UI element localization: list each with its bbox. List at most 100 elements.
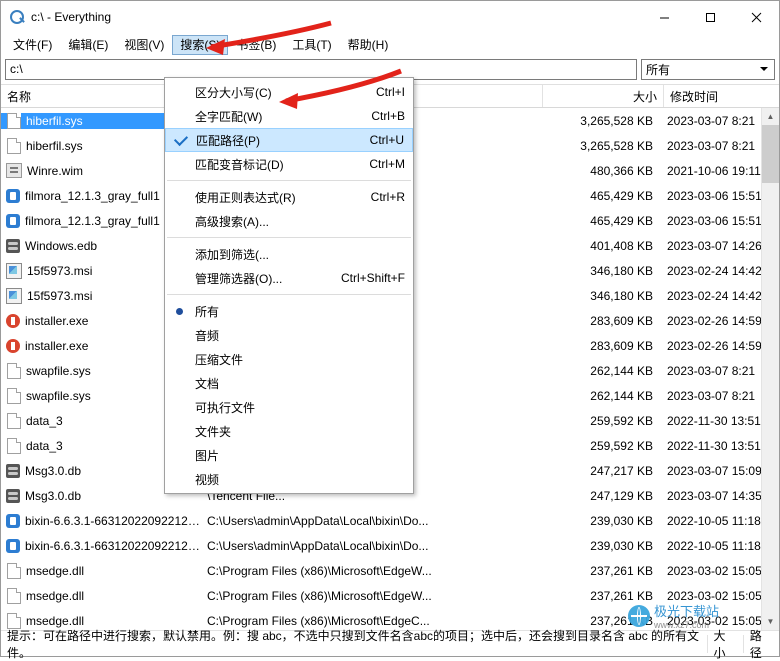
file-doc-icon [7, 412, 21, 429]
row-size-cell: 262,144 KB [590, 363, 653, 378]
row-name-label: msedge.dll [26, 563, 85, 578]
row-size-cell: 283,609 KB [590, 338, 653, 353]
menuitem-match-diacritics[interactable]: 匹配变音标记(D) Ctrl+M [165, 152, 413, 176]
menu-edit[interactable]: 编辑(E) [60, 35, 116, 55]
row-date-cell: 2023-02-24 14:42 [667, 263, 762, 278]
menuitem-organize-filters[interactable]: 管理筛选器(O)... Ctrl+Shift+F [165, 266, 413, 290]
row-date-cell: 2023-02-26 14:59 [667, 313, 762, 328]
menu-item-label: 压缩文件 [195, 352, 244, 367]
scroll-up-arrow[interactable]: ▲ [762, 108, 779, 125]
menu-item-label: 音频 [195, 328, 220, 343]
row-path-cell: C:\Program Files (x86)\Microsoft\EdgeW..… [207, 563, 432, 578]
row-date-cell: 2023-03-06 15:51 [667, 188, 762, 203]
row-size-cell: 465,429 KB [590, 188, 653, 203]
file-red-icon [6, 338, 20, 353]
file-doc-icon [7, 562, 21, 579]
row-name-label: filmora_12.1.3_gray_full1 [25, 188, 160, 203]
row-date-cell: 2021-10-06 19:11 [667, 163, 761, 178]
filter-dropdown[interactable]: 所有 [641, 58, 775, 80]
menu-view[interactable]: 视图(V) [116, 35, 172, 55]
row-size-cell: 247,217 KB [590, 463, 653, 478]
magnifier-icon [9, 9, 25, 25]
window-controls [641, 1, 779, 33]
menu-tools[interactable]: 工具(T) [284, 35, 339, 55]
row-path-cell: C:\Program Files (x86)\Microsoft\EdgeW..… [207, 588, 432, 603]
row-name-label: Winre.wim [27, 163, 83, 178]
menu-item-label: 区分大小写(C) [195, 85, 272, 100]
menuitem-filter-audio[interactable]: 音频 [165, 323, 413, 347]
menuitem-use-regex[interactable]: 使用正则表达式(R) Ctrl+R [165, 185, 413, 209]
file-exe-icon [6, 513, 20, 528]
status-right: 大小 路径 [706, 627, 779, 661]
file-wim-icon [6, 163, 22, 178]
status-divider [706, 634, 708, 653]
menu-item-label: 全字匹配(W) [195, 109, 263, 124]
menu-items-container: 区分大小写(C) Ctrl+I 全字匹配(W) Ctrl+B 匹配路径(P) Ctrl+U… [165, 80, 413, 491]
menuitem-match-path[interactable]: 匹配路径(P) Ctrl+U [165, 128, 413, 152]
menuitem-filter-document[interactable]: 文档 [165, 371, 413, 395]
menuitem-filter-folder[interactable]: 文件夹 [165, 419, 413, 443]
watermark-title: 极光下载站 [653, 604, 719, 619]
menuitem-filter-all[interactable]: 所有 [165, 299, 413, 323]
row-name-label: hiberfil.sys [26, 138, 83, 153]
menuitem-match-case[interactable]: 区分大小写(C) Ctrl+I [165, 80, 413, 104]
menu-separator [167, 180, 411, 181]
menuitem-add-to-filter[interactable]: 添加到筛选(... [165, 242, 413, 266]
row-size-cell: 237,261 KB [590, 563, 653, 578]
menuitem-filter-compressed[interactable]: 压缩文件 [165, 347, 413, 371]
column-header-date[interactable]: 修改时间 [664, 88, 776, 105]
row-name-label: bixin-6.6.3.1-663120220922123957.exe [25, 513, 201, 528]
menuitem-filter-video[interactable]: 视频 [165, 467, 413, 491]
menuitem-filter-picture[interactable]: 图片 [165, 443, 413, 467]
table-row[interactable]: bixin-6.6.3.1-663120220922123957.exe C:\U… [1, 533, 779, 558]
table-row[interactable]: bixin-6.6.3.1-663120220922123957.exe C:\U… [1, 508, 779, 533]
vertical-scrollbar[interactable]: ▲ ▼ [761, 108, 779, 630]
row-name-label: 15f5973.msi [27, 263, 93, 278]
file-red-icon [6, 313, 20, 328]
menuitem-filter-executable[interactable]: 可执行文件 [165, 395, 413, 419]
row-date-cell: 2023-03-07 15:09 [667, 463, 762, 478]
row-date-cell: 2023-02-24 14:42 [667, 288, 762, 303]
scrollbar-thumb[interactable] [762, 125, 779, 183]
globe-icon [627, 604, 650, 627]
menuitem-advanced-search[interactable]: 高级搜索(A)... [165, 209, 413, 233]
row-name-label: installer.exe [25, 338, 89, 353]
check-icon [173, 131, 189, 147]
table-row[interactable]: msedge.dll C:\Program Files (x86)\Microso… [1, 558, 779, 583]
row-size-cell: 259,592 KB [590, 438, 653, 453]
minimize-button[interactable] [641, 1, 687, 33]
menu-help[interactable]: 帮助(H) [340, 35, 397, 55]
filter-selected-value: 所有 [646, 62, 671, 77]
row-name-label: installer.exe [25, 313, 89, 328]
menu-item-accelerator: Ctrl+M [369, 157, 405, 171]
file-exe-icon [6, 213, 20, 228]
status-bar: 提示：可在路径中进行搜索，默认禁用。例：搜 abc，不选中只搜到文件名含abc的… [1, 629, 779, 660]
close-button[interactable] [733, 1, 779, 33]
menuitem-match-whole-word[interactable]: 全字匹配(W) Ctrl+B [165, 104, 413, 128]
status-text: 提示：可在路径中进行搜索，默认禁用。例：搜 abc，不选中只搜到文件名含abc的… [7, 628, 700, 660]
window-title: c:\ - Everything [31, 10, 112, 24]
row-size-cell: 346,180 KB [590, 263, 653, 278]
menu-bookmark[interactable]: 书签(B) [228, 35, 284, 55]
row-date-cell: 2022-11-30 13:51 [667, 413, 761, 428]
row-name-cell: bixin-6.6.3.1-663120220922123957.exe [1, 513, 201, 528]
file-doc-icon [7, 587, 21, 604]
row-name-label: bixin-6.6.3.1-663120220922123957.exe [25, 538, 201, 553]
maximize-button[interactable] [687, 1, 733, 33]
menu-item-accelerator: Ctrl+Shift+F [340, 271, 405, 285]
row-date-cell: 2023-03-06 15:51 [667, 213, 762, 228]
menu-file[interactable]: 文件(F) [5, 35, 60, 55]
menu-search[interactable]: 搜索(S) [172, 35, 229, 55]
row-name-cell: msedge.dll [1, 587, 201, 604]
status-size-label: 大小 [713, 628, 726, 660]
file-db-icon [6, 238, 20, 253]
row-name-label: Windows.edb [25, 238, 98, 253]
row-name-label: hiberfil.sys [26, 113, 83, 128]
file-db-icon [6, 463, 20, 478]
column-header-size[interactable]: 大小 [543, 88, 663, 105]
menu-separator [167, 237, 411, 238]
row-size-cell: 346,180 KB [590, 288, 653, 303]
row-name-label: data_3 [26, 438, 63, 453]
row-name-label: msedge.dll [26, 588, 85, 603]
menu-item-label: 添加到筛选(... [195, 247, 269, 262]
